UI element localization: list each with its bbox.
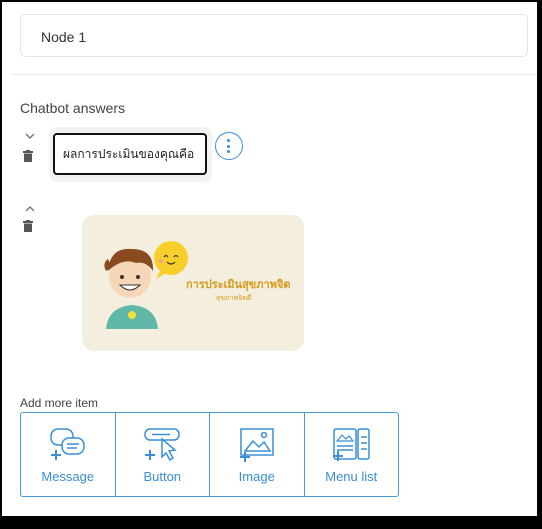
delete-trash-icon[interactable] (23, 220, 37, 232)
image-add-icon (239, 428, 274, 462)
expand-chevron-icon[interactable] (23, 202, 37, 214)
add-message-label: Message (41, 469, 95, 484)
card-subtitle: สุขภาพจิตดี (216, 295, 252, 302)
node-name-field[interactable]: Node 1 (20, 14, 528, 57)
add-image-label: Image (238, 469, 275, 484)
card-title: การประเมินสุขภาพจิต (186, 279, 291, 291)
divider (12, 74, 537, 75)
add-menu-list-label: Menu list (325, 469, 378, 484)
collapse-chevron-icon[interactable] (23, 130, 37, 142)
more-options-icon[interactable] (215, 132, 243, 160)
add-more-label: Add more item (20, 396, 99, 410)
add-button-label: Button (143, 469, 182, 484)
node-name-text: Node 1 (41, 29, 87, 45)
menu-list-add-icon (333, 428, 370, 461)
message-add-icon (50, 428, 85, 460)
add-item-grid: Message Button Image Menu list (20, 412, 399, 497)
message-text-input[interactable] (53, 133, 207, 175)
section-title: Chatbot answers (20, 100, 126, 116)
image-card[interactable]: การประเมินสุขภาพจิต สุขภาพจิตดี (82, 215, 304, 351)
add-button-button[interactable]: Button (116, 413, 210, 496)
button-add-icon (144, 428, 180, 462)
add-menu-list-button[interactable]: Menu list (305, 413, 399, 496)
add-message-button[interactable]: Message (21, 413, 116, 496)
delete-trash-icon[interactable] (23, 150, 37, 162)
add-image-button[interactable]: Image (210, 413, 305, 496)
node-editor-panel: Node 1 Chatbot answers ผลการประเมินของคุ… (2, 2, 537, 516)
